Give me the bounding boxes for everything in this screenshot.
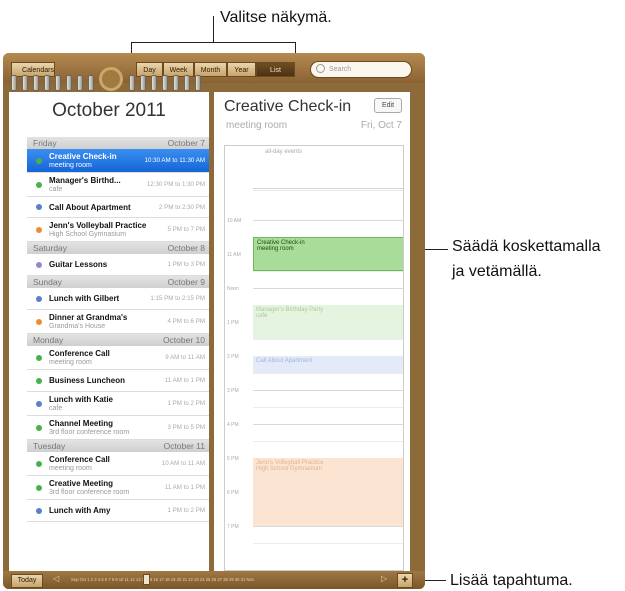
- calendar-color-dot: [36, 182, 42, 188]
- binder-ring: [184, 75, 190, 91]
- list-item[interactable]: Dinner at Grandma's Grandma's House 4 PM…: [27, 310, 209, 334]
- next-arrow-icon[interactable]: ▷: [381, 574, 387, 583]
- binder-ring: [162, 75, 168, 91]
- list-item[interactable]: Guitar Lessons 1 PM to 3 PM: [27, 254, 209, 276]
- today-button[interactable]: Today: [11, 574, 43, 588]
- binder-ring: [140, 75, 146, 91]
- day-header: Sunday October 9: [27, 276, 209, 288]
- list-item[interactable]: Creative Meeting 3rd floor conference ro…: [27, 476, 209, 500]
- event-list-page: October 2011 Friday October 7 Creative Ch…: [9, 92, 209, 572]
- hour-label: 11 AM: [227, 252, 241, 258]
- binder-ring: [11, 75, 17, 91]
- calendar-color-dot: [36, 461, 42, 467]
- list-item[interactable]: Conference Call meeting room 9 AM to 11 …: [27, 346, 209, 370]
- calendar-color-dot: [36, 425, 42, 431]
- calendar-color-dot: [36, 508, 42, 514]
- month-title: October 2011: [52, 100, 166, 121]
- callout-drag-adjust-1: Säädä koskettamalla: [452, 238, 601, 255]
- calendar-color-dot: [36, 355, 42, 361]
- binder-ring: [22, 75, 28, 91]
- callout-drag-adjust-2: ja vetämällä.: [452, 263, 542, 280]
- list-item[interactable]: Call About Apartment 2 PM to 2:30 PM: [27, 197, 209, 218]
- event-block-selected[interactable]: Creative Check-in meeting room: [253, 237, 403, 271]
- hour-label: 1 PM: [227, 320, 239, 326]
- calendar-app-frame: Calendars Day Week Month Year List Searc…: [3, 53, 425, 589]
- scrubber-thumb[interactable]: [143, 574, 150, 585]
- event-date: Fri, Oct 7: [360, 120, 402, 131]
- list-item[interactable]: Lunch with Katie cafe 1 PM to 2 PM: [27, 392, 209, 416]
- hour-label: 5 PM: [227, 456, 239, 462]
- hour-label: 7 PM: [227, 524, 239, 530]
- day-header: Tuesday October 11: [27, 440, 209, 452]
- calendar-color-dot: [36, 378, 42, 384]
- calendar-color-dot: [36, 227, 42, 233]
- calendar-color-dot: [36, 401, 42, 407]
- date-scrubber[interactable]: Sep Oct 1 2 3 4 5 6 7 8 9 10 11 12 13 14…: [71, 576, 371, 584]
- day-header: Monday October 10: [27, 334, 209, 346]
- binder-ring: [55, 75, 61, 91]
- binder-ring: [88, 75, 94, 91]
- list-item[interactable]: Business Luncheon 11 AM to 1 PM: [27, 370, 209, 392]
- binder-ring: [195, 75, 201, 91]
- day-timeline[interactable]: all-day events 10 AM 11 AM Noon 1 PM 2 P…: [224, 145, 404, 571]
- event-block[interactable]: Jenn's Volleyball Practice High School Gy…: [253, 458, 403, 526]
- list-item[interactable]: Jenn's Volleyball Practice High School G…: [27, 218, 209, 242]
- list-item[interactable]: Lunch with Gilbert 1:15 PM to 2:15 PM: [27, 288, 209, 310]
- event-block[interactable]: Call About Apartment: [253, 356, 403, 373]
- all-day-label: all-day events: [265, 149, 303, 155]
- hour-label: 10 AM: [227, 218, 242, 224]
- hour-label: 2 PM: [227, 354, 239, 360]
- callout-select-view: Valitse näkymä.: [220, 9, 332, 26]
- event-title: Creative Check-in: [224, 98, 352, 115]
- callout-add-event: Lisää tapahtuma.: [450, 572, 573, 589]
- list-item[interactable]: Channel Meeting 3rd floor conference roo…: [27, 416, 209, 440]
- day-header: Saturday October 8: [27, 242, 209, 254]
- hour-label: 6 PM: [227, 490, 239, 496]
- list-item[interactable]: Manager's Birthd... cafe 12:30 PM to 1:3…: [27, 173, 209, 197]
- binder-ring: [44, 75, 50, 91]
- add-event-button[interactable]: +: [397, 573, 413, 588]
- edit-button[interactable]: Edit: [374, 98, 402, 113]
- search-input[interactable]: Search: [310, 61, 412, 78]
- hour-label: 3 PM: [227, 388, 239, 394]
- binder-ring: [33, 75, 39, 91]
- event-detail-page: Creative Check-in Edit meeting room Fri,…: [214, 92, 410, 572]
- event-block[interactable]: Manager's Birthday Party cafe: [253, 305, 403, 339]
- binder-ring: [173, 75, 179, 91]
- bottom-bar: Today ◁ Sep Oct 1 2 3 4 5 6 7 8 9 10 11 …: [3, 571, 425, 589]
- calendar-color-dot: [36, 296, 42, 302]
- hour-label: 4 PM: [227, 422, 239, 428]
- calendar-color-dot: [36, 204, 42, 210]
- list-item[interactable]: Creative Check-in meeting room 10:30 AM …: [27, 149, 209, 173]
- day-header: Friday October 7: [27, 137, 209, 149]
- tab-list[interactable]: List: [256, 62, 295, 77]
- calendar-color-dot: [36, 158, 42, 164]
- hour-label: Noon: [227, 286, 239, 292]
- binder-ring: [66, 75, 72, 91]
- binder-clasp: [99, 67, 123, 91]
- list-item[interactable]: Lunch with Amy 1 PM to 2 PM: [27, 500, 209, 522]
- calendar-color-dot: [36, 262, 42, 268]
- prev-arrow-icon[interactable]: ◁: [53, 574, 59, 583]
- calendar-color-dot: [36, 485, 42, 491]
- binder-ring: [129, 75, 135, 91]
- tab-year[interactable]: Year: [227, 62, 256, 77]
- binder-ring: [77, 75, 83, 91]
- event-location: meeting room: [226, 120, 288, 131]
- search-icon: [316, 64, 325, 73]
- list-item[interactable]: Conference Call meeting room 10 AM to 11…: [27, 452, 209, 476]
- calendar-color-dot: [36, 319, 42, 325]
- binder-ring: [151, 75, 157, 91]
